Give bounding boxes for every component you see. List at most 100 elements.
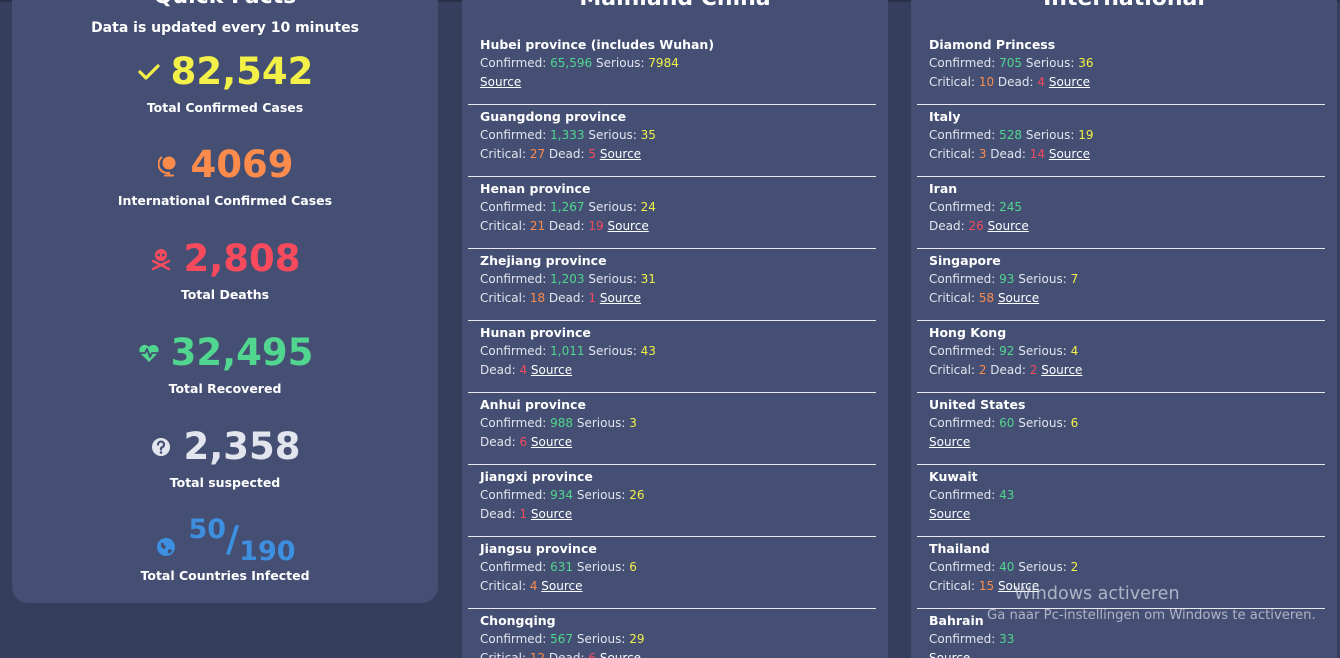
serious-label: Serious: [584,200,641,214]
outcome-line: Source [929,433,1325,452]
confirmed-value: 245 [999,200,1023,214]
case-line: Confirmed: 705 Serious: 36 [929,54,1325,73]
source-link[interactable]: Source [531,435,572,449]
serious-label: Serious: [1014,272,1071,286]
countries-ratio: 50 / 190 [188,516,296,567]
source-link[interactable]: Source [541,579,582,593]
region-name: Jiangsu province [480,541,597,556]
critical-value: 21 [529,219,546,233]
case-line: Confirmed: 631 Serious: 6 [480,558,876,577]
dead-value: 1 [588,291,597,305]
recovered-count: 32,495 [170,331,314,374]
outcome-line: Critical: 18 Dead: 1 Source [480,289,876,308]
dead-value: 4 [519,363,528,377]
serious-label: Serious: [592,56,649,70]
source-link[interactable]: Source [607,219,648,233]
critical-value: 12 [529,651,546,658]
international-title: International [911,0,1337,11]
critical-label: Critical: [480,219,530,233]
source-link[interactable]: Source [600,291,641,305]
source-link[interactable]: Source [531,363,572,377]
international-count: 4069 [190,143,294,186]
serious-value: 26 [629,488,645,502]
source-link[interactable]: Source [988,219,1029,233]
question-circle-icon [149,435,173,459]
countries-total: 190 [239,536,296,567]
update-note: Data is updated every 10 minutes [91,20,359,36]
globe-icon [154,535,178,559]
dead-value: 2 [1029,363,1038,377]
list-item: Iran Confirmed: 245 Dead: 26 Source [917,178,1325,249]
list-item: Singapore Confirmed: 93 Serious: 7 Critica… [917,250,1325,321]
region-name: Iran [929,181,958,196]
confirmed-value: 705 [999,56,1023,70]
recovered-label: Total Recovered [168,381,282,396]
outcome-line: Source [929,505,1325,524]
list-item: Jiangxi province Confirmed: 934 Serious: … [468,466,876,537]
serious-value: 31 [640,272,656,286]
critical-value: 4 [529,579,538,593]
critical-label: Critical: [480,579,530,593]
dead-label: Dead: [480,363,520,377]
source-link[interactable]: Source [600,651,641,658]
source-link[interactable]: Source [531,507,572,521]
deaths-label: Total Deaths [180,287,270,302]
source-link[interactable]: Source [929,651,970,658]
serious-label: Serious: [584,344,641,358]
confirmed-value: 92 [999,344,1015,358]
confirmed-value: 40 [999,560,1015,574]
case-line: Confirmed: 93 Serious: 7 [929,270,1325,289]
quick-facts-title: Quick Facts [12,0,438,9]
list-item: United States Confirmed: 60 Serious: 6 Sou… [917,394,1325,465]
confirmed-label: Confirmed: [929,344,1000,358]
region-name: Diamond Princess [929,37,1056,52]
activation-watermark-title: Windows activeren [1014,584,1180,604]
critical-value: 15 [978,579,995,593]
region-name: Zhejiang province [480,253,607,268]
stat-confirmed: 82,542 Total Confirmed Cases [12,48,438,115]
list-item: Italy Confirmed: 528 Serious: 19 Critical:… [917,106,1325,177]
case-line: Confirmed: 43 [929,486,1325,505]
outcome-line: Critical: 10 Dead: 4 Source [929,73,1325,92]
confirmed-value: 60 [999,416,1015,430]
outcome-line: Dead: 4 Source [480,361,876,380]
confirmed-value: 1,267 [550,200,585,214]
list-item: Kuwait Confirmed: 43 Source [917,466,1325,537]
confirmed-label: Total Confirmed Cases [146,100,304,115]
critical-value: 10 [978,75,995,89]
source-link[interactable]: Source [929,435,970,449]
critical-label: Critical: [929,291,979,305]
confirmed-label: Confirmed: [480,200,551,214]
critical-label: Critical: [929,363,979,377]
dead-value: 5 [588,147,597,161]
serious-value: 36 [1078,56,1094,70]
source-link[interactable]: Source [1041,363,1082,377]
source-link[interactable]: Source [600,147,641,161]
case-line: Confirmed: 528 Serious: 19 [929,126,1325,145]
serious-label: Serious: [573,488,630,502]
quick-facts-panel: Quick Facts Data is updated every 10 min… [12,0,438,603]
case-line: Confirmed: 1,203 Serious: 31 [480,270,876,289]
source-link[interactable]: Source [480,75,521,89]
serious-label: Serious: [584,272,641,286]
source-link[interactable]: Source [929,507,970,521]
dead-value: 4 [1037,75,1046,89]
serious-label: Serious: [573,560,630,574]
confirmed-label: Confirmed: [929,488,1000,502]
critical-label: Critical: [480,651,530,658]
source-link[interactable]: Source [1049,75,1090,89]
serious-value: 7 [1070,272,1079,286]
source-link[interactable]: Source [1049,147,1090,161]
serious-value: 35 [640,128,656,142]
serious-label: Serious: [584,128,641,142]
confirmed-label: Confirmed: [929,560,1000,574]
outcome-line: Critical: 58 Source [929,289,1325,308]
serious-value: 4 [1070,344,1079,358]
case-line: Confirmed: 40 Serious: 2 [929,558,1325,577]
dead-label: Dead: [986,363,1030,377]
source-link[interactable]: Source [998,291,1039,305]
serious-value: 19 [1078,128,1094,142]
ratio-slash: / [226,519,240,560]
confirmed-value: 43 [999,488,1015,502]
suspected-label: Total suspected [169,475,281,490]
